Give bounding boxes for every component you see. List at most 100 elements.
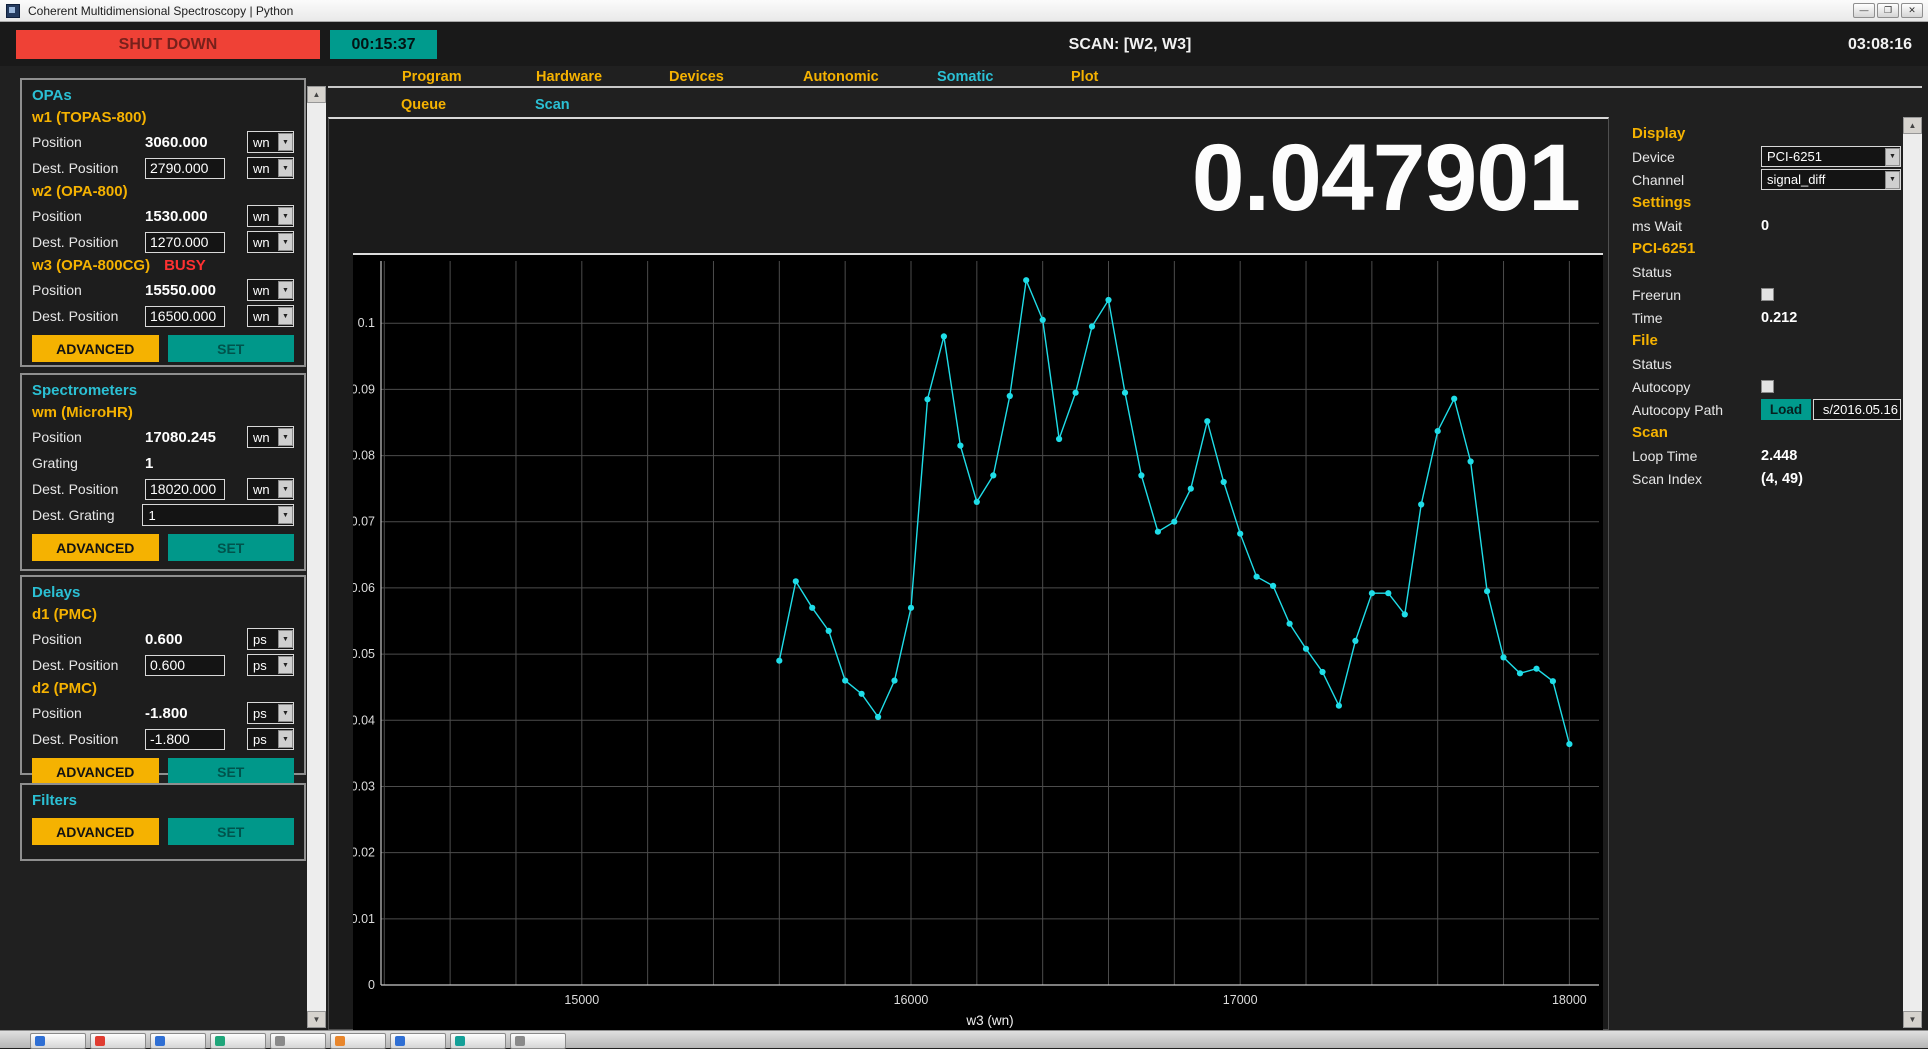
section-header-display: Display <box>1616 122 1901 145</box>
unit-select[interactable]: wn ▼ <box>247 131 294 153</box>
unit-select[interactable]: ps ▼ <box>247 654 294 676</box>
unit-select[interactable]: wn ▼ <box>247 279 294 301</box>
maximize-button[interactable]: ❐ <box>1877 3 1899 18</box>
section-header-file: File <box>1616 329 1901 352</box>
dest-position-input[interactable] <box>145 306 225 327</box>
position-readout: 17080.245 <box>145 429 216 446</box>
unit-select[interactable]: wn ▼ <box>247 205 294 227</box>
tab-plot[interactable]: Plot <box>1071 69 1098 85</box>
channel-label: Channel <box>1632 172 1761 188</box>
svg-text:0.03: 0.03 <box>353 779 375 793</box>
taskbar-app-button[interactable] <box>450 1033 506 1049</box>
unit-select[interactable]: wn ▼ <box>247 305 294 327</box>
dest-position-label: Dest. Position <box>32 234 145 250</box>
set-button[interactable]: SET <box>168 818 295 845</box>
taskbar-app-button[interactable] <box>510 1033 566 1049</box>
close-button[interactable]: ✕ <box>1901 3 1923 18</box>
right-scrollbar[interactable]: ▲ ▼ <box>1903 117 1922 1028</box>
taskbar-app-icon <box>215 1036 225 1046</box>
left-scrollbar[interactable]: ▲ ▼ <box>307 86 326 1028</box>
shutdown-button[interactable]: SHUT DOWN <box>16 30 320 59</box>
autocopy-path-input[interactable]: s/2016.05.16 <box>1813 399 1901 420</box>
autocopy-label: Autocopy <box>1632 379 1761 395</box>
elapsed-timer: 00:15:37 <box>330 30 437 59</box>
chevron-down-icon: ▼ <box>278 730 293 748</box>
tab-autonomic[interactable]: Autonomic <box>803 69 879 85</box>
scan-plot-canvas[interactable]: 00.010.020.030.040.050.060.070.080.090.1… <box>353 255 1601 1029</box>
tab-somatic[interactable]: Somatic <box>937 69 993 85</box>
set-button[interactable]: SET <box>168 758 295 785</box>
svg-text:0: 0 <box>368 978 375 992</box>
load-button[interactable]: Load <box>1761 399 1811 420</box>
grating-readout: 1 <box>145 455 153 472</box>
signal-readout: 0.047901 <box>1192 119 1580 238</box>
unit-select[interactable]: ps ▼ <box>247 728 294 750</box>
taskbar-app-button[interactable] <box>210 1033 266 1049</box>
taskbar-app-button[interactable] <box>30 1033 86 1049</box>
taskbar-app-button[interactable] <box>390 1033 446 1049</box>
advanced-button[interactable]: ADVANCED <box>32 758 159 785</box>
scroll-down-icon[interactable]: ▼ <box>1903 1011 1922 1028</box>
scan-index-label: Scan Index <box>1632 471 1761 487</box>
dest-position-input[interactable] <box>145 158 225 179</box>
channel-select[interactable]: signal_diff ▼ <box>1761 169 1901 190</box>
taskbar-app-icon <box>335 1036 345 1046</box>
opas-panel: OPAs w1 (TOPAS-800) Position 3060.000 wn… <box>20 78 306 367</box>
plot-frame: 0.047901 00.010.020.030.040.050.060.070.… <box>328 117 1609 1030</box>
unit-select[interactable]: wn ▼ <box>247 157 294 179</box>
taskbar-app-button[interactable] <box>150 1033 206 1049</box>
position-label: Position <box>32 208 145 224</box>
unit-select[interactable]: ps ▼ <box>247 702 294 724</box>
svg-text:15000: 15000 <box>564 993 599 1007</box>
svg-text:16000: 16000 <box>894 993 929 1007</box>
taskbar-app-button[interactable] <box>330 1033 386 1049</box>
scan-plot[interactable]: 00.010.020.030.040.050.060.070.080.090.1… <box>353 253 1603 1030</box>
hardware-name-wm: wm (MicroHR) <box>32 402 294 424</box>
unit-select[interactable]: ps ▼ <box>247 628 294 650</box>
dest-position-input[interactable] <box>145 729 225 750</box>
section-header-settings: Settings <box>1616 191 1901 214</box>
chevron-down-icon: ▼ <box>278 480 293 498</box>
x-axis-label: w3 (wn) <box>965 1013 1013 1028</box>
advanced-button[interactable]: ADVANCED <box>32 818 159 845</box>
svg-text:0.08: 0.08 <box>353 449 375 463</box>
dest-grating-select[interactable]: 1 ▼ <box>142 504 294 526</box>
chevron-down-icon: ▼ <box>278 656 293 674</box>
tab-devices[interactable]: Devices <box>669 69 724 85</box>
dest-position-label: Dest. Position <box>32 160 145 176</box>
advanced-button[interactable]: ADVANCED <box>32 534 159 561</box>
set-button[interactable]: SET <box>168 534 295 561</box>
advanced-button[interactable]: ADVANCED <box>32 335 159 362</box>
dest-position-input[interactable] <box>145 479 225 500</box>
taskbar-app-button[interactable] <box>90 1033 146 1049</box>
unit-select[interactable]: wn ▼ <box>247 478 294 500</box>
scroll-up-icon[interactable]: ▲ <box>1903 117 1922 134</box>
tab-program[interactable]: Program <box>402 69 462 85</box>
svg-text:0.01: 0.01 <box>353 912 375 926</box>
unit-select[interactable]: wn ▼ <box>247 231 294 253</box>
chevron-down-icon: ▼ <box>278 307 293 325</box>
chevron-down-icon: ▼ <box>278 207 293 225</box>
subtab-scan[interactable]: Scan <box>535 97 570 113</box>
tab-divider <box>328 86 1922 88</box>
unit-select[interactable]: wn ▼ <box>247 426 294 448</box>
scroll-down-icon[interactable]: ▼ <box>307 1011 326 1028</box>
taskbar-app-icon <box>455 1036 465 1046</box>
file-status-label: Status <box>1632 356 1761 372</box>
spectrometers-panel: Spectrometers wm (MicroHR) Position 1708… <box>20 373 306 571</box>
dest-position-label: Dest. Position <box>32 657 145 673</box>
freerun-checkbox[interactable] <box>1761 288 1774 301</box>
device-select[interactable]: PCI-6251 ▼ <box>1761 146 1901 167</box>
dest-position-input[interactable] <box>145 232 225 253</box>
dest-position-input[interactable] <box>145 655 225 676</box>
tab-hardware[interactable]: Hardware <box>536 69 602 85</box>
svg-text:0.05: 0.05 <box>353 647 375 661</box>
set-button[interactable]: SET <box>168 335 295 362</box>
subtab-queue[interactable]: Queue <box>401 97 446 113</box>
taskbar-app-button[interactable] <box>270 1033 326 1049</box>
autocopy-checkbox[interactable] <box>1761 380 1774 393</box>
position-label: Position <box>32 282 145 298</box>
ms-wait-value: 0 <box>1761 218 1769 234</box>
scroll-up-icon[interactable]: ▲ <box>307 86 326 103</box>
minimize-button[interactable]: — <box>1853 3 1875 18</box>
